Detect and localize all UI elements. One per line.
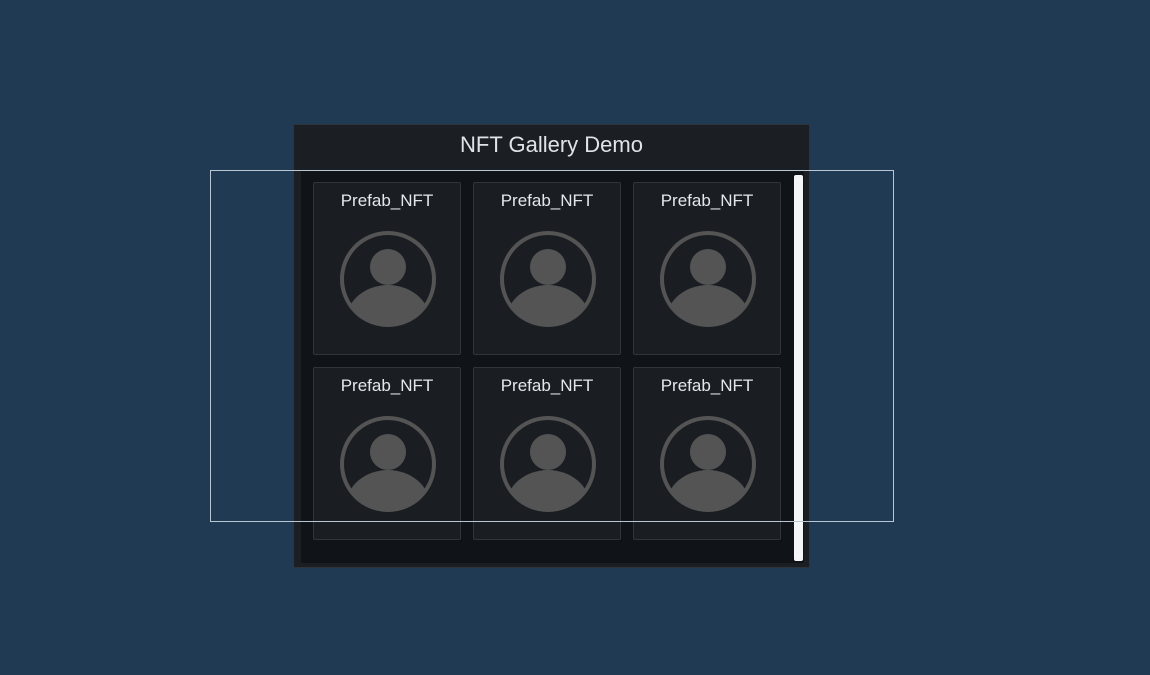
nft-card[interactable]: Prefab_NFT bbox=[473, 182, 621, 355]
user-avatar-icon bbox=[660, 416, 756, 512]
nft-card[interactable]: Prefab_NFT bbox=[313, 367, 461, 540]
user-avatar-icon bbox=[500, 416, 596, 512]
user-avatar-icon bbox=[340, 231, 436, 327]
nft-card[interactable]: Prefab_NFT bbox=[633, 182, 781, 355]
gallery-scroll-view[interactable]: Prefab_NFT Prefab_NFT Prefab_NFT Prefab_… bbox=[301, 171, 804, 563]
nft-card[interactable]: Prefab_NFT bbox=[313, 182, 461, 355]
nft-card-label: Prefab_NFT bbox=[340, 376, 434, 395]
nft-card-label: Prefab_NFT bbox=[500, 376, 594, 395]
nft-card[interactable]: Prefab_NFT bbox=[473, 367, 621, 540]
nft-gallery-panel: NFT Gallery Demo Prefab_NFT Prefab_NFT P… bbox=[293, 124, 810, 568]
user-avatar-icon bbox=[340, 416, 436, 512]
user-avatar-icon bbox=[660, 231, 756, 327]
nft-card-label: Prefab_NFT bbox=[660, 191, 754, 210]
nft-card[interactable]: Prefab_NFT bbox=[633, 367, 781, 540]
user-avatar-icon bbox=[500, 231, 596, 327]
vertical-scrollbar[interactable] bbox=[794, 175, 803, 561]
nft-card-label: Prefab_NFT bbox=[340, 191, 434, 210]
nft-grid: Prefab_NFT Prefab_NFT Prefab_NFT Prefab_… bbox=[313, 182, 781, 540]
nft-card-label: Prefab_NFT bbox=[660, 376, 754, 395]
nft-card-label: Prefab_NFT bbox=[500, 191, 594, 210]
panel-title: NFT Gallery Demo bbox=[460, 132, 643, 157]
